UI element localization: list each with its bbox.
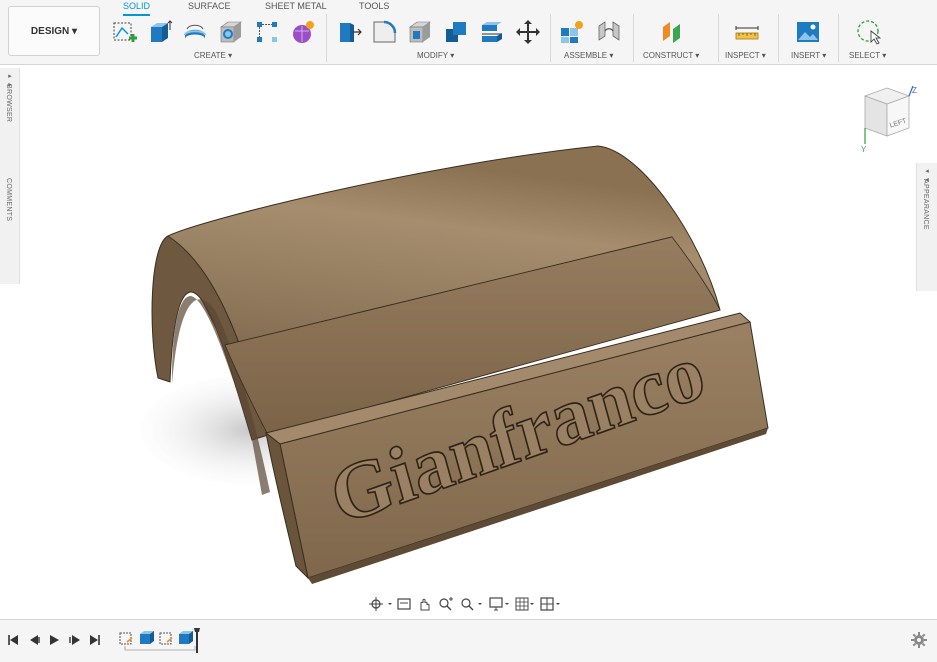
toolbar-divider	[550, 14, 551, 62]
hole-icon[interactable]	[218, 19, 244, 45]
tab-solid[interactable]: SOLID	[123, 0, 151, 16]
construct-menu[interactable]: CONSTRUCT ▾	[643, 51, 699, 60]
toolbar-divider	[718, 14, 719, 62]
axis-y-label: Y	[861, 145, 867, 154]
pan-icon[interactable]	[420, 598, 430, 611]
select-menu[interactable]: SELECT ▾	[849, 51, 886, 60]
rectangular-pattern-icon[interactable]	[254, 19, 280, 45]
insert-menu[interactable]: INSERT ▾	[791, 51, 826, 60]
joint-icon[interactable]	[596, 19, 622, 45]
offset-plane-icon[interactable]	[659, 19, 685, 45]
timeline-features	[119, 628, 200, 653]
window-select-icon[interactable]	[856, 19, 882, 45]
timeline-extrude-feature-icon[interactable]	[140, 631, 154, 644]
tab-sheet-metal[interactable]: SHEET METAL	[265, 0, 327, 14]
toolbar-divider	[838, 14, 839, 62]
browser-panel[interactable]: ▸▸ BROWSER COMMENTS	[0, 68, 20, 284]
step-forward-icon[interactable]	[69, 635, 80, 645]
play-icon[interactable]	[50, 635, 59, 645]
display-settings-icon[interactable]	[489, 597, 509, 611]
timeline-settings-gear-icon[interactable]	[911, 632, 927, 648]
playback-controls	[8, 635, 100, 645]
step-back-icon[interactable]	[30, 635, 40, 645]
navigation-bar	[369, 597, 560, 611]
zoom-icon[interactable]	[439, 597, 453, 611]
orbit-icon[interactable]	[369, 597, 392, 611]
timeline-extrude-feature-icon[interactable]	[179, 631, 193, 644]
workspace-switcher-button[interactable]: DESIGN ▾	[8, 6, 100, 56]
fillet-icon[interactable]	[371, 19, 397, 45]
look-at-icon[interactable]	[397, 598, 411, 610]
create-form-icon[interactable]	[290, 19, 316, 45]
phone-stand-model[interactable]: Gianfranco	[0, 65, 937, 618]
insert-image-icon[interactable]	[795, 19, 821, 45]
go-to-start-icon[interactable]	[8, 635, 18, 645]
shell-icon[interactable]	[407, 19, 433, 45]
timeline-sketch-feature-icon[interactable]	[119, 632, 133, 645]
fit-zoom-icon[interactable]	[461, 598, 482, 611]
toolbar: DESIGN ▾ SOLID SURFACE SHEET METAL TOOLS	[0, 0, 937, 65]
press-pull-icon[interactable]	[336, 19, 362, 45]
create-menu[interactable]: CREATE ▾	[194, 51, 232, 60]
axis-z-label: Z	[912, 86, 917, 95]
revolve-icon[interactable]	[182, 19, 208, 45]
timeline-sketch-feature-icon[interactable]	[159, 632, 173, 645]
inspect-menu[interactable]: INSPECT ▾	[725, 51, 766, 60]
view-cube[interactable]: LEFT Y Z	[855, 82, 921, 154]
tab-surface[interactable]: SURFACE	[188, 0, 231, 14]
toolbar-divider	[633, 14, 634, 62]
toolbar-divider	[326, 14, 327, 62]
toolbar-divider	[778, 14, 779, 62]
timeline-bar	[0, 619, 937, 662]
appearance-panel[interactable]: ◂◂ APPEARANCE	[916, 163, 937, 291]
extrude-icon[interactable]	[147, 19, 173, 45]
measure-icon[interactable]	[734, 19, 760, 45]
create-sketch-icon[interactable]	[112, 19, 138, 45]
viewports-icon[interactable]	[540, 597, 560, 611]
canvas-viewport[interactable]: Gianfranco	[0, 65, 937, 618]
tab-tools[interactable]: TOOLS	[359, 0, 389, 14]
browser-label[interactable]: BROWSER	[5, 84, 12, 122]
comments-label[interactable]: COMMENTS	[5, 178, 12, 221]
combine-icon[interactable]	[443, 19, 469, 45]
new-component-icon[interactable]	[559, 19, 585, 45]
go-to-end-icon[interactable]	[90, 635, 100, 645]
assemble-menu[interactable]: ASSEMBLE ▾	[564, 51, 613, 60]
split-body-icon[interactable]	[479, 19, 505, 45]
grid-settings-icon[interactable]	[515, 597, 534, 611]
modify-menu[interactable]: MODIFY ▾	[417, 51, 454, 60]
move-copy-icon[interactable]	[515, 19, 541, 45]
appearance-label[interactable]: APPEARANCE	[922, 179, 929, 230]
